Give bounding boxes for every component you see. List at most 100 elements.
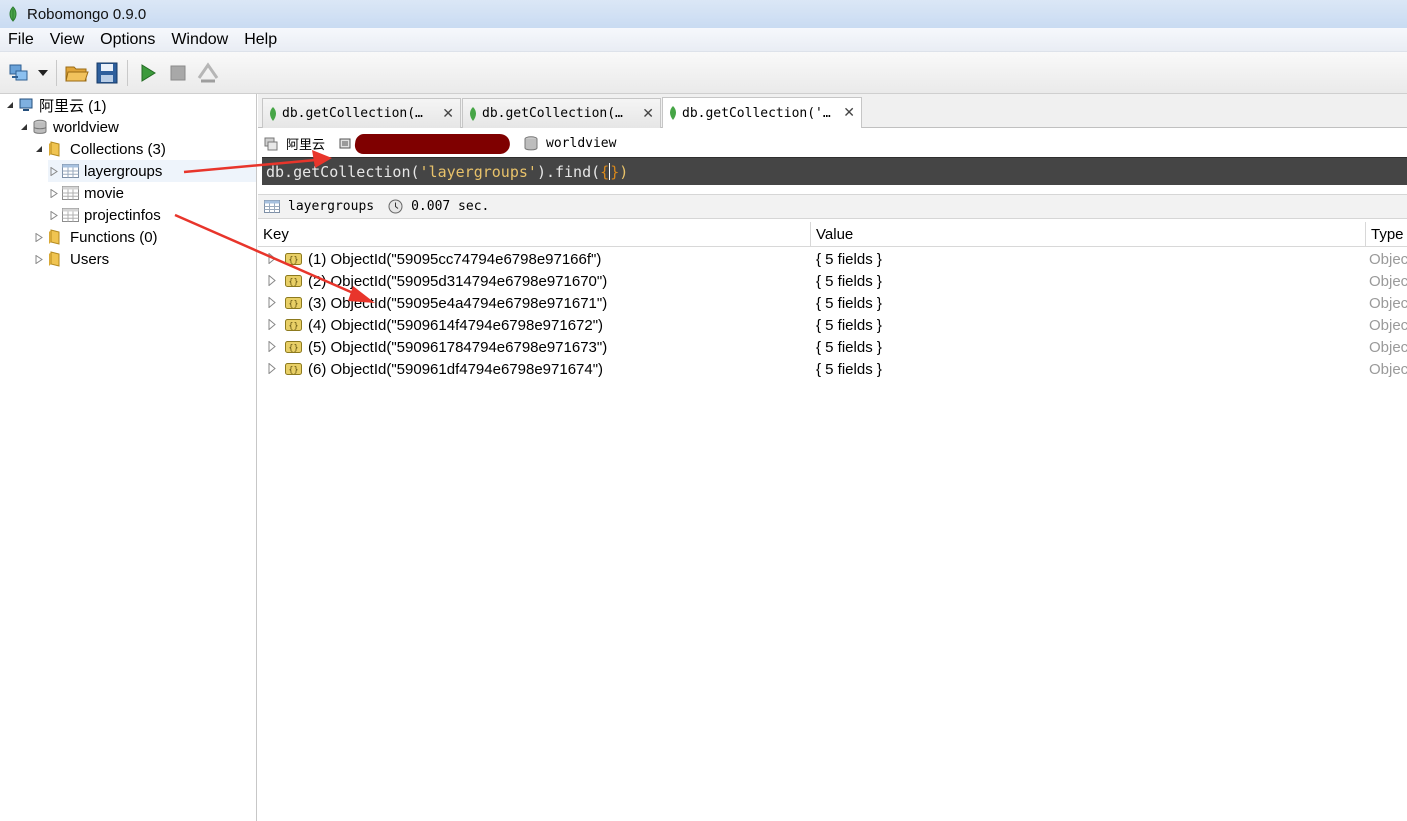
- collapsed-arrow-icon[interactable]: [33, 232, 45, 242]
- database-icon: [33, 119, 47, 134]
- toolbar-divider: [127, 59, 128, 86]
- expanded-arrow-icon[interactable]: [18, 123, 30, 131]
- menu-window[interactable]: Window: [163, 31, 236, 49]
- expanded-arrow-icon[interactable]: [4, 101, 16, 109]
- play-icon: [141, 63, 156, 82]
- collapsed-arrow-icon[interactable]: [33, 254, 45, 264]
- table-row[interactable]: {} (6) ObjectId("590961df4794e6798e971674…: [258, 358, 1407, 380]
- stop-icon: [170, 65, 186, 80]
- menu-view[interactable]: View: [42, 31, 92, 49]
- tree-server-label: 阿里云 (1): [39, 97, 107, 115]
- column-header-type[interactable]: Type: [1366, 222, 1407, 247]
- toolbar-divider: [56, 59, 57, 86]
- folder-icon: [49, 141, 60, 157]
- result-info-bar: layergroups 0.007 sec.: [258, 194, 1407, 219]
- query-connection-info: 阿里云 worldview: [258, 130, 1407, 157]
- tree-users-label: Users: [70, 250, 110, 268]
- row-value: { 5 fields }: [816, 272, 882, 290]
- open-button[interactable]: [63, 59, 91, 87]
- query-server: 阿里云: [264, 134, 325, 153]
- collapsed-arrow-icon[interactable]: [48, 210, 60, 220]
- folder-icon: [49, 229, 60, 245]
- query-code-close-brace: }: [610, 162, 620, 181]
- close-icon[interactable]: ✕: [642, 106, 654, 122]
- tree-collections-folder[interactable]: Collections (3): [33, 138, 166, 160]
- svg-text:{}: {}: [288, 343, 298, 352]
- query-tabs: db.getCollection(… ✕ db.getCollection(… …: [258, 94, 1407, 128]
- toolbar: [0, 52, 1407, 94]
- expand-arrow-icon[interactable]: [268, 341, 276, 352]
- connect-dropdown-button[interactable]: [36, 59, 50, 87]
- row-key: (5) ObjectId("590961784794e6798e971673"): [308, 338, 608, 356]
- table-icon: [62, 186, 79, 200]
- database-explorer: 阿里云 (1) worldview Collections (3) layerg…: [0, 94, 257, 821]
- tree-collection-label: projectinfos: [84, 206, 161, 224]
- tab-label: db.getCollection(…: [482, 106, 623, 121]
- rotate-icon: [197, 61, 219, 82]
- row-key: (6) ObjectId("590961df4794e6798e971674"): [308, 360, 604, 378]
- row-key: (4) ObjectId("5909614f4794e6798e971672"): [308, 316, 604, 334]
- result-time: 0.007 sec.: [388, 199, 489, 214]
- folder-icon: [49, 251, 60, 267]
- table-row[interactable]: {} (3) ObjectId("59095e4a4794e6798e971671…: [258, 292, 1407, 314]
- tree-database[interactable]: worldview: [18, 116, 119, 138]
- tree-collection-label: layergroups: [84, 162, 163, 180]
- row-key: (2) ObjectId("59095d314794e6798e971670"): [308, 272, 608, 290]
- document-icon: {}: [285, 297, 302, 309]
- computer-icon: [339, 138, 351, 148]
- expand-arrow-icon[interactable]: [268, 319, 276, 330]
- expand-arrow-icon[interactable]: [268, 297, 276, 308]
- save-button[interactable]: [93, 59, 121, 87]
- save-icon: [96, 62, 118, 83]
- connect-button[interactable]: [6, 59, 34, 87]
- collapsed-arrow-icon[interactable]: [48, 166, 60, 176]
- expand-arrow-icon[interactable]: [268, 275, 276, 286]
- collapsed-arrow-icon[interactable]: [48, 188, 60, 198]
- mongodb-leaf-icon: [670, 106, 676, 120]
- query-editor[interactable]: db.getCollection('layergroups').find({}): [262, 157, 1407, 185]
- query-code-string: 'layergroups': [419, 162, 537, 181]
- column-header-value[interactable]: Value: [811, 222, 1366, 247]
- tree-functions-folder[interactable]: Functions (0): [33, 226, 158, 248]
- table-row[interactable]: {} (4) ObjectId("5909614f4794e6798e971672…: [258, 314, 1407, 336]
- tab-query-2[interactable]: db.getCollection(… ✕: [462, 98, 661, 128]
- tree-collection-projectinfos[interactable]: projectinfos: [48, 204, 161, 226]
- tree-users-folder[interactable]: Users: [33, 248, 109, 270]
- row-type: Object: [1369, 250, 1407, 268]
- tree-database-label: worldview: [53, 118, 119, 136]
- menu-help[interactable]: Help: [236, 31, 285, 49]
- table-row[interactable]: {} (1) ObjectId("59095cc74794e6798e97166f…: [258, 248, 1407, 270]
- redacted-host-mark: [353, 133, 512, 154]
- orientation-button[interactable]: [194, 59, 222, 87]
- tab-query-1[interactable]: db.getCollection(… ✕: [262, 98, 461, 128]
- menu-options[interactable]: Options: [92, 31, 163, 49]
- tree-server[interactable]: 阿里云 (1): [4, 94, 107, 116]
- expanded-arrow-icon[interactable]: [33, 145, 45, 153]
- query-code-prefix: db.getCollection(: [266, 162, 420, 181]
- row-type: Object: [1369, 338, 1407, 356]
- expand-arrow-icon[interactable]: [268, 253, 276, 264]
- tab-label: db.getCollection(…: [282, 106, 423, 121]
- expand-arrow-icon[interactable]: [268, 363, 276, 374]
- menu-file[interactable]: File: [0, 31, 42, 49]
- document-icon: {}: [285, 275, 302, 287]
- computer-icon: [19, 98, 33, 111]
- close-icon[interactable]: ✕: [442, 106, 454, 122]
- table-row[interactable]: {} (2) ObjectId("59095d314794e6798e971670…: [258, 270, 1407, 292]
- title-bar: Robomongo 0.9.0: [0, 0, 1407, 28]
- tree-collection-layergroups[interactable]: layergroups: [48, 160, 256, 182]
- stop-button[interactable]: [164, 59, 192, 87]
- execute-button[interactable]: [134, 59, 162, 87]
- window-title: Robomongo 0.9.0: [27, 5, 147, 23]
- server-icon: [264, 137, 278, 150]
- query-database: worldview: [524, 136, 616, 151]
- tree-collection-label: movie: [84, 184, 125, 202]
- table-icon: [62, 208, 79, 222]
- column-header-key[interactable]: Key: [258, 222, 811, 247]
- tab-query-3[interactable]: db.getCollection('… ✕: [662, 97, 862, 128]
- row-type: Object: [1369, 294, 1407, 312]
- table-row[interactable]: {} (5) ObjectId("590961784794e6798e971673…: [258, 336, 1407, 358]
- tree-collections-label: Collections (3): [70, 140, 166, 158]
- close-icon[interactable]: ✕: [843, 105, 855, 121]
- tree-collection-movie[interactable]: movie: [48, 182, 124, 204]
